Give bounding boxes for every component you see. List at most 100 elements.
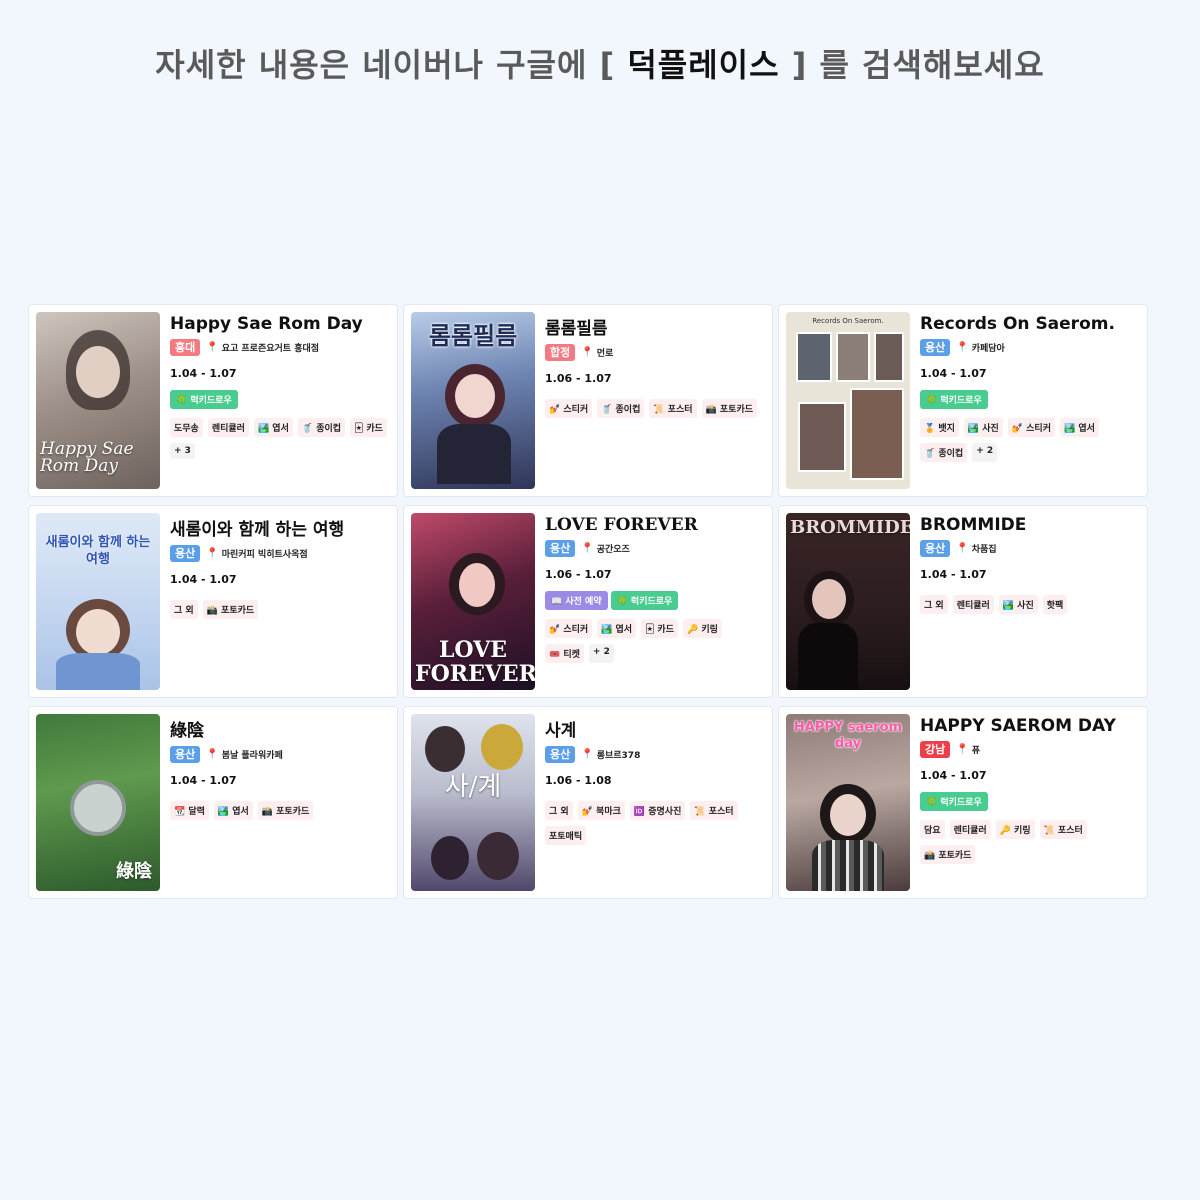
goods-tag: 렌티큘러 (952, 595, 994, 614)
event-poster[interactable]: Records On Saerom. (786, 312, 910, 489)
venue-name: 공간오즈 (596, 545, 630, 555)
region-badge: 용산 (920, 339, 951, 356)
poster-caption: 새롬이와 함께 하는 여행 (45, 535, 151, 567)
event-card-grid: Happy Sae Rom Day Happy Sae Rom Day 홍대 📍… (28, 304, 1148, 899)
goods-tag: 🏞️ 엽서 (597, 619, 637, 638)
goods-tag: 🏞️ 엽서 (253, 418, 293, 437)
goods-tag: 핫팩 (1042, 595, 1068, 614)
event-poster[interactable]: HAPPY saerom day (786, 714, 910, 891)
headline-suffix: ] 를 검색해보세요 (791, 46, 1045, 84)
goods-tag: 📸 포토카드 (701, 399, 758, 418)
more-goods-count[interactable]: + 2 (588, 644, 614, 663)
event-poster[interactable]: LOVE FOREVER (411, 513, 535, 690)
location-pin-icon: 📍 (581, 543, 594, 554)
headline-keyword: 덕플레이스 (627, 46, 780, 84)
event-card[interactable]: 롬롬필름 롬롬필름 합정 📍 먼로 1.06 - 1.07 💅 스티커 🥤 종이… (403, 304, 773, 497)
page-headline: 자세한 내용은 네이버나 구글에 [ 덕플레이스 ] 를 검색해보세요 (0, 40, 1200, 86)
location-pin-icon: 📍 (581, 749, 594, 760)
event-card[interactable]: BROMMIDE BROMMIDE 용산 📍 차품집 1.04 - 1.07 그… (778, 505, 1148, 698)
goods-tag: 📜 포스터 (690, 801, 738, 820)
event-title[interactable]: LOVE FOREVER (545, 515, 765, 535)
event-dates: 1.04 - 1.07 (920, 367, 987, 380)
goods-tag: 💅 스티커 (1007, 418, 1055, 437)
more-goods-count[interactable]: + 3 (170, 443, 195, 459)
region-badge: 용산 (545, 746, 576, 763)
event-poster[interactable]: BROMMIDE (786, 513, 910, 690)
goods-tag: 📜 포스터 (649, 399, 697, 418)
region-badge: 홍대 (170, 339, 201, 356)
location-pin-icon: 📍 (206, 548, 219, 559)
goods-tag: 🔑 키링 (995, 820, 1035, 839)
goods-tag: 🏞️ 사진 (963, 418, 1003, 437)
event-title[interactable]: BROMMIDE (920, 515, 1140, 535)
venue-name: 카페담아 (971, 344, 1005, 354)
event-title[interactable]: 사계 (545, 716, 765, 741)
more-goods-count[interactable]: + 2 (972, 443, 998, 462)
event-poster[interactable]: 사/계 (411, 714, 535, 891)
event-dates: 1.06 - 1.07 (545, 568, 612, 581)
goods-tag: 📸 포토카드 (202, 600, 259, 619)
goods-tag: 🎟️ 티켓 (545, 644, 584, 663)
event-dates: 1.04 - 1.07 (170, 774, 237, 787)
event-poster[interactable]: 綠陰 (36, 714, 160, 891)
lucky-draw-badge: 🍀 럭키드로우 (920, 792, 988, 811)
event-dates: 1.06 - 1.08 (545, 774, 612, 787)
event-title[interactable]: Happy Sae Rom Day (170, 314, 390, 334)
goods-tag: 🏞️ 엽서 (213, 801, 253, 820)
venue-name: 봄날 플라워카페 (221, 751, 283, 761)
goods-tag: 🥤 종이컵 (597, 399, 645, 418)
poster-caption: 롬롬필름 (428, 322, 518, 350)
goods-tag: 도무송 (170, 418, 203, 437)
goods-tag: 렌티큘러 (207, 418, 249, 437)
goods-tag: 그 외 (920, 595, 948, 614)
poster-caption: LOVE FOREVER (415, 636, 535, 687)
goods-tag: 💅 스티커 (545, 619, 593, 638)
goods-tag: 포토매틱 (545, 826, 587, 845)
goods-tag: 🔑 키링 (683, 619, 722, 638)
goods-tag: 🏅 뱃지 (920, 418, 959, 437)
event-title[interactable]: 새롬이와 함께 하는 여행 (170, 515, 390, 540)
goods-tag: 💅 북마크 (577, 801, 625, 820)
goods-tag: 🏞️ 엽서 (1060, 418, 1099, 437)
lucky-draw-badge: 🍀 럭키드로우 (170, 390, 238, 409)
location-pin-icon: 📍 (206, 342, 219, 353)
event-card[interactable]: 새롬이와 함께 하는 여행 새롬이와 함께 하는 여행 용산 📍 마린커피 빅히… (28, 505, 398, 698)
event-card[interactable]: LOVE FOREVER LOVE FOREVER 용산 📍 공간오즈 1.06… (403, 505, 773, 698)
venue-name: 차품집 (971, 545, 997, 555)
location-pin-icon: 📍 (956, 543, 969, 554)
event-dates: 1.04 - 1.07 (920, 568, 987, 581)
region-badge: 강남 (920, 741, 951, 758)
event-title[interactable]: 롬롬필름 (545, 314, 765, 339)
lucky-draw-badge: 🍀 럭키드로우 (610, 591, 679, 610)
goods-tag: 💅 스티커 (545, 399, 593, 418)
poster-caption: HAPPY saerom day (793, 720, 903, 751)
region-badge: 용산 (170, 545, 201, 562)
event-dates: 1.04 - 1.07 (920, 769, 987, 782)
venue-name: 요고 프로즌요거트 홍대점 (221, 344, 320, 354)
goods-tag: 📸 포토카드 (257, 801, 314, 820)
location-pin-icon: 📍 (206, 749, 219, 760)
event-poster[interactable]: 롬롬필름 (411, 312, 535, 489)
event-card[interactable]: 사/계 사계 용산 📍 롱브르378 1.06 - 1.08 그 외 💅 북마크… (403, 706, 773, 899)
poster-caption: 綠陰 (116, 861, 152, 882)
event-title[interactable]: HAPPY SAEROM DAY (920, 716, 1140, 736)
goods-tag: 📜 포스터 (1039, 820, 1087, 839)
event-card[interactable]: Records On Saerom. Records On Saerom. 용산… (778, 304, 1148, 497)
goods-tag: 그 외 (545, 801, 573, 820)
goods-tag: 🥤 종이컵 (297, 418, 346, 437)
headline-prefix: 자세한 내용은 네이버나 구글에 [ (155, 46, 616, 84)
event-dates: 1.04 - 1.07 (170, 367, 237, 380)
event-card[interactable]: 綠陰 綠陰 용산 📍 봄날 플라워카페 1.04 - 1.07 📆 달력 🏞️ … (28, 706, 398, 899)
goods-tag: 📸 포토카드 (920, 845, 976, 864)
poster-caption: Happy Sae Rom Day (40, 439, 134, 476)
event-card[interactable]: HAPPY saerom day HAPPY SAEROM DAY 강남 📍 퓨… (778, 706, 1148, 899)
location-pin-icon: 📍 (581, 347, 594, 358)
event-poster[interactable]: 새롬이와 함께 하는 여행 (36, 513, 160, 690)
event-title[interactable]: Records On Saerom. (920, 314, 1140, 334)
poster-caption: BROMMIDE (790, 517, 910, 538)
goods-tag: 🏞️ 사진 (998, 595, 1038, 614)
region-badge: 용산 (920, 540, 951, 557)
event-card[interactable]: Happy Sae Rom Day Happy Sae Rom Day 홍대 📍… (28, 304, 398, 497)
event-title[interactable]: 綠陰 (170, 716, 390, 741)
event-poster[interactable]: Happy Sae Rom Day (36, 312, 160, 489)
